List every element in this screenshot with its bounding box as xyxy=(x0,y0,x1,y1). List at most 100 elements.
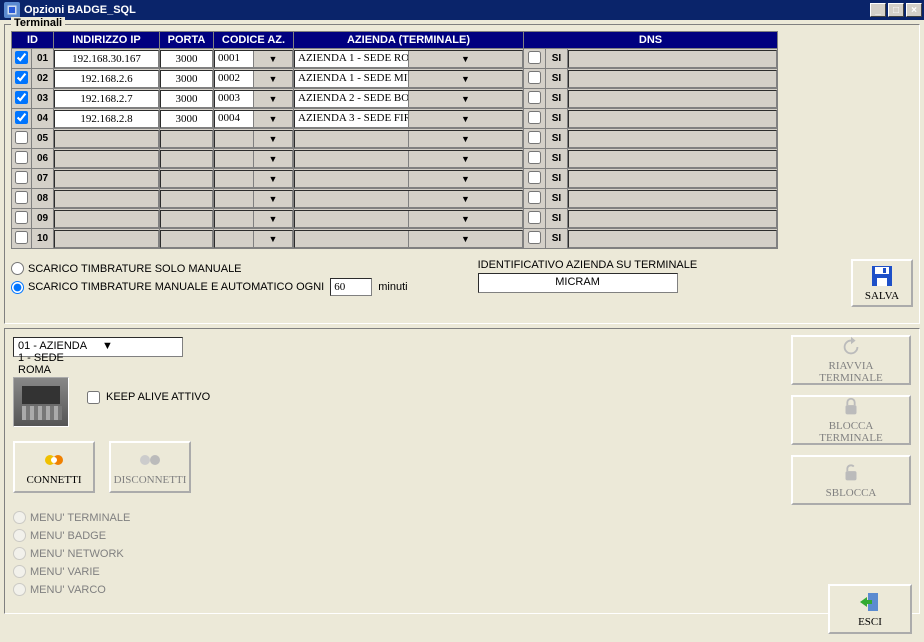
codice-select[interactable]: ▼ xyxy=(214,210,293,228)
dns-checkbox[interactable] xyxy=(528,51,541,64)
chevron-down-icon[interactable]: ▼ xyxy=(408,91,522,107)
azienda-select[interactable]: ▼ xyxy=(294,170,523,188)
ip-input[interactable] xyxy=(54,190,159,208)
dns-input[interactable] xyxy=(568,70,777,88)
chevron-down-icon[interactable]: ▼ xyxy=(253,131,292,147)
interval-input[interactable] xyxy=(330,278,372,296)
ip-input[interactable] xyxy=(54,90,159,108)
disconnetti-button[interactable]: DISCONNETTI xyxy=(109,441,191,493)
chevron-down-icon[interactable]: ▼ xyxy=(408,191,522,207)
dns-input[interactable] xyxy=(568,230,777,248)
ip-input[interactable] xyxy=(54,170,159,188)
porta-input[interactable] xyxy=(160,50,213,68)
azienda-select[interactable]: AZIENDA 2 - SEDE BOLOGNA▼ xyxy=(294,90,523,108)
ip-input[interactable] xyxy=(54,230,159,248)
chevron-down-icon[interactable]: ▼ xyxy=(408,131,522,147)
dns-checkbox[interactable] xyxy=(528,111,541,124)
dns-input[interactable] xyxy=(568,170,777,188)
dns-checkbox[interactable] xyxy=(528,171,541,184)
radio-menu-badge[interactable] xyxy=(13,529,26,542)
ip-input[interactable] xyxy=(54,130,159,148)
ip-input[interactable] xyxy=(54,70,159,88)
dns-input[interactable] xyxy=(568,110,777,128)
dns-input[interactable] xyxy=(568,130,777,148)
dns-checkbox[interactable] xyxy=(528,91,541,104)
azienda-select[interactable]: ▼ xyxy=(294,210,523,228)
dns-checkbox[interactable] xyxy=(528,211,541,224)
row-enable-checkbox[interactable] xyxy=(15,131,28,144)
row-enable-checkbox[interactable] xyxy=(15,91,28,104)
porta-input[interactable] xyxy=(160,210,213,228)
ip-input[interactable] xyxy=(54,50,159,68)
codice-select[interactable]: 0003▼ xyxy=(214,90,293,108)
chevron-down-icon[interactable]: ▼ xyxy=(408,171,522,187)
azienda-select[interactable]: ▼ xyxy=(294,190,523,208)
azienda-select[interactable]: AZIENDA 1 - SEDE MILANO▼ xyxy=(294,70,523,88)
row-enable-checkbox[interactable] xyxy=(15,231,28,244)
dns-input[interactable] xyxy=(568,90,777,108)
row-enable-checkbox[interactable] xyxy=(15,51,28,64)
azienda-select[interactable]: ▼ xyxy=(294,130,523,148)
keep-alive-checkbox[interactable] xyxy=(87,391,100,404)
dns-input[interactable] xyxy=(568,210,777,228)
codice-select[interactable]: ▼ xyxy=(214,190,293,208)
chevron-down-icon[interactable]: ▼ xyxy=(253,151,292,167)
terminal-select[interactable]: 01 - AZIENDA 1 - SEDE ROMA ▼ xyxy=(13,337,183,357)
porta-input[interactable] xyxy=(160,110,213,128)
row-enable-checkbox[interactable] xyxy=(15,191,28,204)
radio-menu-varie[interactable] xyxy=(13,565,26,578)
radio-menu-terminale[interactable] xyxy=(13,511,26,524)
chevron-down-icon[interactable]: ▼ xyxy=(253,231,292,247)
azienda-select[interactable]: ▼ xyxy=(294,230,523,248)
esci-button[interactable]: ESCI xyxy=(828,584,912,634)
chevron-down-icon[interactable]: ▼ xyxy=(408,71,522,87)
dns-input[interactable] xyxy=(568,50,777,68)
chevron-down-icon[interactable]: ▼ xyxy=(408,111,522,127)
dns-input[interactable] xyxy=(568,150,777,168)
maximize-button[interactable]: □ xyxy=(888,3,904,17)
dns-checkbox[interactable] xyxy=(528,151,541,164)
minimize-button[interactable]: _ xyxy=(870,3,886,17)
chevron-down-icon[interactable]: ▼ xyxy=(408,151,522,167)
codice-select[interactable]: ▼ xyxy=(214,230,293,248)
radio-scarico-auto[interactable] xyxy=(11,281,24,294)
chevron-down-icon[interactable]: ▼ xyxy=(408,231,522,247)
codice-select[interactable]: ▼ xyxy=(214,150,293,168)
chevron-down-icon[interactable]: ▼ xyxy=(253,71,292,87)
porta-input[interactable] xyxy=(160,150,213,168)
connetti-button[interactable]: CONNETTI xyxy=(13,441,95,493)
dns-input[interactable] xyxy=(568,190,777,208)
ip-input[interactable] xyxy=(54,150,159,168)
dns-checkbox[interactable] xyxy=(528,231,541,244)
ip-input[interactable] xyxy=(54,210,159,228)
porta-input[interactable] xyxy=(160,130,213,148)
chevron-down-icon[interactable]: ▼ xyxy=(253,91,292,107)
chevron-down-icon[interactable]: ▼ xyxy=(98,338,182,356)
chevron-down-icon[interactable]: ▼ xyxy=(253,211,292,227)
chevron-down-icon[interactable]: ▼ xyxy=(253,191,292,207)
dns-checkbox[interactable] xyxy=(528,191,541,204)
codice-select[interactable]: ▼ xyxy=(214,130,293,148)
chevron-down-icon[interactable]: ▼ xyxy=(408,211,522,227)
chevron-down-icon[interactable]: ▼ xyxy=(253,111,292,127)
chevron-down-icon[interactable]: ▼ xyxy=(253,51,292,67)
row-enable-checkbox[interactable] xyxy=(15,151,28,164)
chevron-down-icon[interactable]: ▼ xyxy=(408,51,522,67)
radio-scarico-manuale[interactable] xyxy=(11,262,24,275)
porta-input[interactable] xyxy=(160,90,213,108)
azienda-select[interactable]: ▼ xyxy=(294,150,523,168)
dns-checkbox[interactable] xyxy=(528,131,541,144)
row-enable-checkbox[interactable] xyxy=(15,211,28,224)
codice-select[interactable]: 0004▼ xyxy=(214,110,293,128)
sblocca-button[interactable]: SBLOCCA xyxy=(791,455,911,505)
row-enable-checkbox[interactable] xyxy=(15,171,28,184)
radio-menu-network[interactable] xyxy=(13,547,26,560)
azienda-select[interactable]: AZIENDA 1 - SEDE ROMA▼ xyxy=(294,50,523,68)
row-enable-checkbox[interactable] xyxy=(15,71,28,84)
ident-value[interactable]: MICRAM xyxy=(478,273,678,293)
codice-select[interactable]: 0001▼ xyxy=(214,50,293,68)
chevron-down-icon[interactable]: ▼ xyxy=(253,171,292,187)
riavvia-button[interactable]: RIAVVIA TERMINALE xyxy=(791,335,911,385)
codice-select[interactable]: 0002▼ xyxy=(214,70,293,88)
porta-input[interactable] xyxy=(160,230,213,248)
